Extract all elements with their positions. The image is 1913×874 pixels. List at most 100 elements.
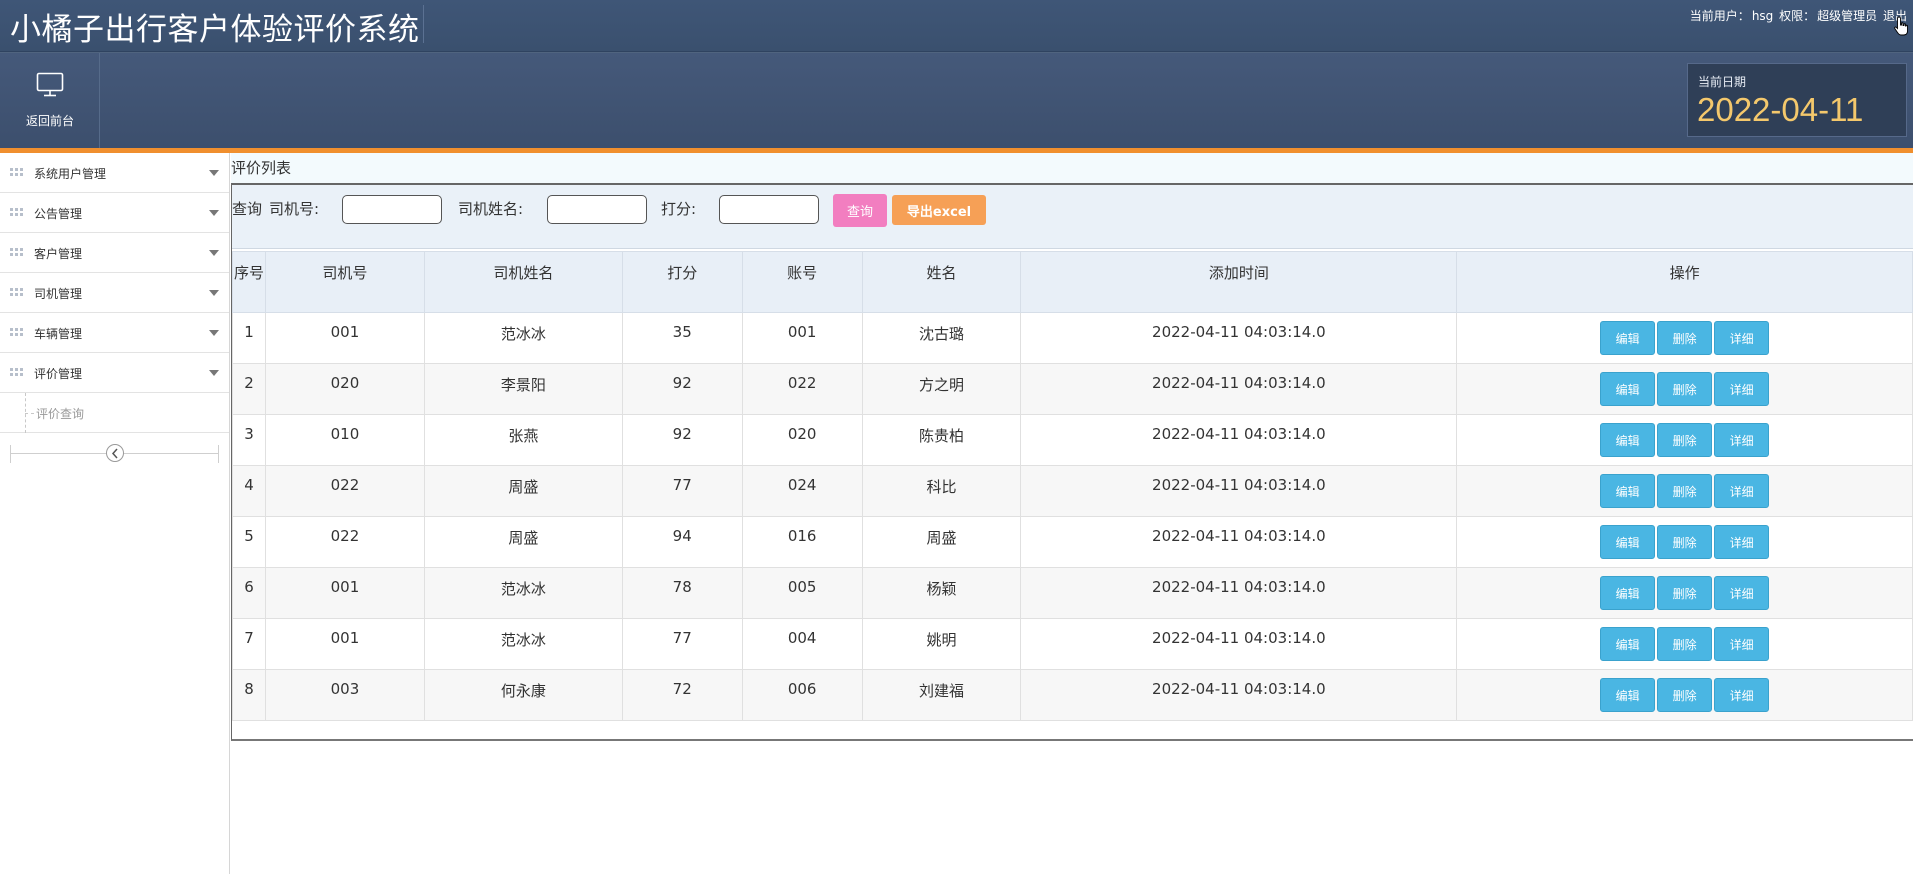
cell-name: 杨颖	[861, 567, 1022, 619]
edit-button[interactable]: 编辑	[1600, 678, 1656, 712]
header-actions: 操作	[1456, 251, 1913, 313]
cell-seq: 7	[232, 618, 266, 670]
score-input[interactable]	[719, 195, 819, 224]
cell-actions: 编辑 删除 详细	[1456, 363, 1913, 415]
search-prefix: 查询	[232, 200, 263, 218]
delete-button[interactable]: 删除	[1657, 321, 1713, 355]
role-label: 权限：	[1779, 9, 1816, 23]
sidebar-collapse-button[interactable]	[106, 444, 124, 462]
edit-button[interactable]: 编辑	[1600, 525, 1656, 559]
current-date-box: 当前日期 2022-04-11	[1687, 63, 1907, 137]
sidebar-item-label: 评价管理	[34, 367, 83, 381]
delete-button[interactable]: 删除	[1657, 423, 1713, 457]
sidebar-item-announcements[interactable]: 公告管理	[0, 193, 229, 233]
cell-driver-name: 周盛	[423, 516, 623, 568]
cell-name: 周盛	[861, 516, 1022, 568]
panel-title: 评价列表	[231, 153, 1913, 183]
detail-button[interactable]: 详细	[1714, 525, 1770, 559]
cell-driver-no: 003	[264, 669, 425, 721]
back-to-frontend-button[interactable]: 返回前台	[0, 53, 100, 149]
chevron-down-icon	[209, 210, 219, 216]
detail-button[interactable]: 详细	[1714, 576, 1770, 610]
header-driver-no: 司机号	[264, 251, 425, 313]
grip-icon	[10, 168, 24, 177]
cell-added-time: 2022-04-11 04:03:14.0	[1020, 363, 1458, 415]
query-button[interactable]: 查询	[833, 194, 887, 227]
sidebar-item-system-users[interactable]: 系统用户管理	[0, 153, 229, 193]
sidebar-item-drivers[interactable]: 司机管理	[0, 273, 229, 313]
cell-account: 016	[741, 516, 863, 568]
current-user: hsg	[1751, 9, 1774, 23]
sidebar: 系统用户管理 公告管理 客户管理 司机管理 车辆管理 评价管理 评价查询	[0, 153, 230, 874]
chevron-down-icon	[209, 370, 219, 376]
detail-button[interactable]: 详细	[1714, 627, 1770, 661]
cell-driver-no: 020	[264, 363, 425, 415]
detail-button[interactable]: 详细	[1714, 321, 1770, 355]
table-row: 4 022 周盛 77 024 科比 2022-04-11 04:03:14.0 编辑 删除 详细	[232, 465, 1913, 517]
sidebar-item-label: 司机管理	[34, 287, 83, 301]
delete-button[interactable]: 删除	[1657, 678, 1713, 712]
sidebar-subitem-review-query[interactable]: 评价查询	[0, 393, 229, 433]
cell-account: 020	[741, 414, 863, 466]
edit-button[interactable]: 编辑	[1600, 474, 1656, 508]
edit-button[interactable]: 编辑	[1600, 372, 1656, 406]
cell-seq: 4	[232, 465, 266, 517]
cell-score: 92	[621, 414, 743, 466]
sidebar-item-label: 系统用户管理	[34, 167, 107, 181]
table-row: 5 022 周盛 94 016 周盛 2022-04-11 04:03:14.0 编辑 删除 详细	[232, 516, 1913, 568]
grip-icon	[10, 208, 24, 217]
cell-actions: 编辑 删除 详细	[1456, 465, 1913, 517]
cell-actions: 编辑 删除 详细	[1456, 669, 1913, 721]
grip-icon	[10, 288, 24, 297]
sidebar-item-label: 公告管理	[34, 207, 83, 221]
delete-button[interactable]: 删除	[1657, 372, 1713, 406]
sidebar-item-reviews[interactable]: 评价管理	[0, 353, 229, 393]
cell-name: 姚明	[861, 618, 1022, 670]
cell-seq: 2	[232, 363, 266, 415]
grip-icon	[10, 248, 24, 257]
detail-button[interactable]: 详细	[1714, 678, 1770, 712]
driver-no-input[interactable]	[342, 195, 442, 224]
sidebar-item-customers[interactable]: 客户管理	[0, 233, 229, 273]
header-score: 打分	[621, 251, 743, 313]
hand-cursor-icon	[1894, 16, 1908, 36]
edit-button[interactable]: 编辑	[1600, 576, 1656, 610]
table-body: 1 001 范冰冰 35 001 沈古璐 2022-04-11 04:03:14.0 编辑 删除…	[232, 312, 1913, 721]
header-driver-name: 司机姓名	[423, 251, 623, 313]
cell-name: 刘建福	[861, 669, 1022, 721]
cell-actions: 编辑 删除 详细	[1456, 516, 1913, 568]
chevron-down-icon	[209, 170, 219, 176]
table-row: 1 001 范冰冰 35 001 沈古璐 2022-04-11 04:03:14.0 编辑 删除…	[232, 312, 1913, 364]
export-excel-button[interactable]: 导出excel	[892, 195, 986, 225]
detail-button[interactable]: 详细	[1714, 372, 1770, 406]
edit-button[interactable]: 编辑	[1600, 423, 1656, 457]
chevron-down-icon	[209, 250, 219, 256]
user-info: 当前用户： hsg 权限： 超级管理员 退出	[1688, 7, 1907, 24]
detail-button[interactable]: 详细	[1714, 474, 1770, 508]
table-row: 2 020 李景阳 92 022 方之明 2022-04-11 04:03:14.0 编辑 删除…	[232, 363, 1913, 415]
cell-account: 001	[741, 312, 863, 364]
detail-button[interactable]: 详细	[1714, 423, 1770, 457]
divider	[10, 445, 11, 463]
grip-icon	[10, 368, 24, 377]
delete-button[interactable]: 删除	[1657, 474, 1713, 508]
date-caption: 当前日期	[1698, 75, 1747, 89]
cell-score: 92	[621, 363, 743, 415]
edit-button[interactable]: 编辑	[1600, 627, 1656, 661]
cell-added-time: 2022-04-11 04:03:14.0	[1020, 465, 1458, 517]
delete-button[interactable]: 删除	[1657, 576, 1713, 610]
sidebar-item-vehicles[interactable]: 车辆管理	[0, 313, 229, 353]
delete-button[interactable]: 删除	[1657, 627, 1713, 661]
driver-name-input[interactable]	[547, 195, 647, 224]
delete-button[interactable]: 删除	[1657, 525, 1713, 559]
tree-line	[25, 413, 34, 414]
chevron-down-icon	[209, 290, 219, 296]
cell-seq: 5	[232, 516, 266, 568]
grip-icon	[10, 328, 24, 337]
chevron-down-icon	[209, 330, 219, 336]
cell-seq: 8	[232, 669, 266, 721]
sidebar-item-label: 车辆管理	[34, 327, 83, 341]
cell-actions: 编辑 删除 详细	[1456, 618, 1913, 670]
edit-button[interactable]: 编辑	[1600, 321, 1656, 355]
header-account: 账号	[741, 251, 863, 313]
